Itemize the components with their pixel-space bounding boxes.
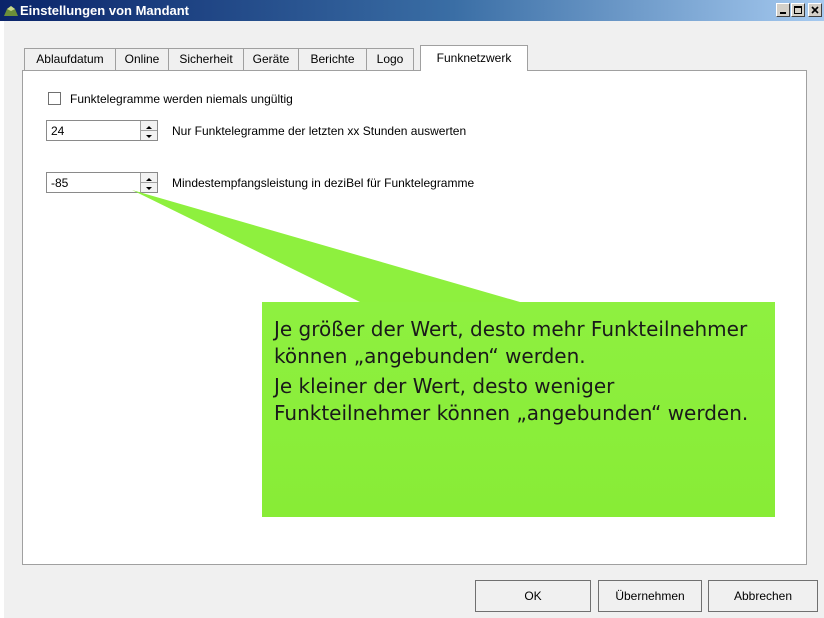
- ok-button[interactable]: OK: [475, 580, 591, 612]
- callout-text: Je größer der Wert, desto mehr Funk­teil…: [274, 316, 764, 430]
- cancel-button[interactable]: Abbrechen: [708, 580, 818, 612]
- callout-line-1: Je größer der Wert, desto mehr Funk­teil…: [274, 317, 748, 368]
- callout-line-2: Je kleiner der Wert, desto weniger Funkt…: [274, 374, 749, 425]
- settings-window: Einstellungen von Mandant Ablaufdatum On…: [0, 0, 824, 618]
- apply-button[interactable]: Übernehmen: [598, 580, 702, 612]
- annotation-callout: Je größer der Wert, desto mehr Funk­teil…: [262, 302, 775, 517]
- tab-funknetzwerk[interactable]: Funknetzwerk: [420, 45, 528, 71]
